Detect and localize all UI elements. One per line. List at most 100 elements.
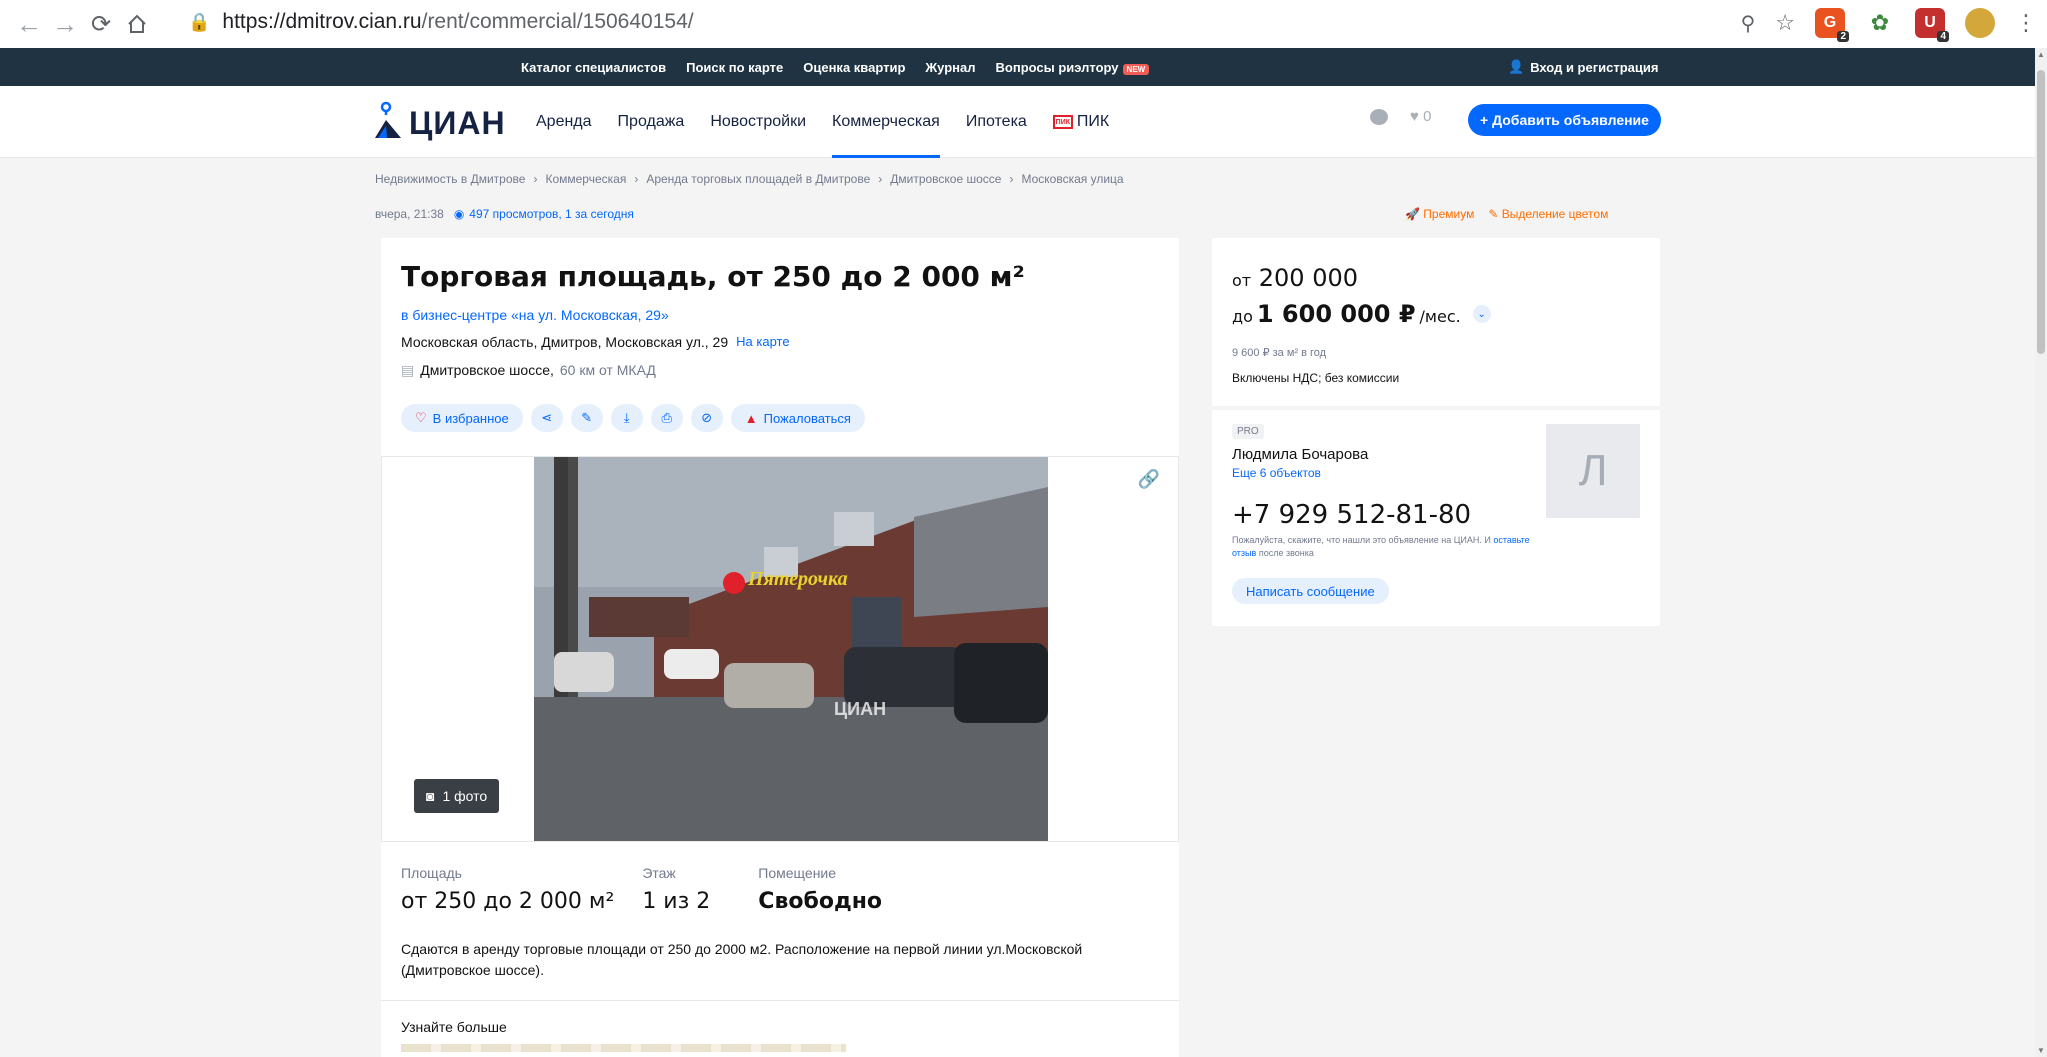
call-note: Пожалуйста, скажите, что нашли это объяв… <box>1232 535 1530 558</box>
price-card: от 200 000 до 1 600 000 ₽/мес. ⌄ 9 600 ₽… <box>1212 238 1660 406</box>
forward-icon[interactable]: → <box>50 9 80 39</box>
user-icon: 👤 <box>1508 59 1525 74</box>
page-scrollbar[interactable]: ▲ ▼ <box>2035 48 2047 1057</box>
zoom-icon[interactable]: ⚲ <box>1741 11 1756 36</box>
listing-meta: вчера, 21:38 ◉ 497 просмотров, 1 за сего… <box>375 207 634 221</box>
topbar-link-valuation[interactable]: Оценка квартир <box>803 60 905 75</box>
scrollbar-thumb[interactable] <box>2037 70 2045 354</box>
pik-logo-icon: ПИК <box>1052 115 1073 129</box>
warning-icon: ▲ <box>744 410 758 426</box>
feature-premises: Помещение Свободно <box>758 865 883 914</box>
profile-avatar-icon[interactable] <box>1965 8 1995 38</box>
pro-badge: PRO <box>1232 424 1264 439</box>
on-map-link[interactable]: На карте <box>736 334 789 350</box>
agent-card: PRO Людмила Бочарова Еще 6 объектов Л +7… <box>1212 410 1660 626</box>
breadcrumb-separator: › <box>634 172 639 186</box>
topbar-link-map-search[interactable]: Поиск по карте <box>686 60 783 75</box>
breadcrumb-separator: › <box>1009 172 1014 186</box>
views-counter[interactable]: ◉ 497 просмотров, 1 за сегодня <box>454 207 634 221</box>
store-sign-text: Пятерочка <box>747 568 848 590</box>
hide-icon: ⊘ <box>701 410 713 425</box>
logo-mark-icon <box>375 101 401 138</box>
reload-icon[interactable]: ⟳ <box>86 9 116 39</box>
new-badge: NEW <box>1122 63 1150 75</box>
download-button[interactable]: ⤓ <box>610 404 643 432</box>
vat-info: Включены НДС; без комиссии <box>1232 371 1400 385</box>
complain-button[interactable]: ▲ Пожаловаться <box>730 404 865 432</box>
favorites-counter[interactable]: ♥ 0 <box>1410 108 1431 125</box>
topbar-link-journal[interactable]: Журнал <box>925 60 975 75</box>
photo-gallery[interactable]: Пятерочка ЦИАН 🔗 ◙ 1 фото <box>381 456 1179 842</box>
write-message-button[interactable]: Написать сообщение <box>1232 578 1389 604</box>
share-button[interactable]: ⋖ <box>530 404 563 432</box>
nav-new-buildings[interactable]: Новостройки <box>710 86 806 158</box>
chevron-down-icon[interactable]: ⌄ <box>1472 305 1491 323</box>
avatar: Л <box>1546 424 1640 518</box>
nav-commercial[interactable]: Коммерческая <box>832 86 940 158</box>
listing-description: Сдаются в аренду торговые площади от 250… <box>401 941 1083 978</box>
scroll-down-icon[interactable]: ▼ <box>2037 1046 2045 1055</box>
permalink-icon[interactable]: 🔗 <box>1138 469 1160 490</box>
eye-icon: ◉ <box>453 207 465 221</box>
add-listing-button[interactable]: + Добавить объявление <box>1468 104 1661 136</box>
agent-name[interactable]: Людмила Бочарова <box>1232 446 1368 463</box>
back-icon[interactable]: ← <box>14 9 44 39</box>
highlight-link[interactable]: ✎ Выделение цветом <box>1488 207 1608 221</box>
price-per-sqm: 9 600 ₽ за м² в год <box>1232 347 1327 359</box>
scroll-up-icon[interactable]: ▲ <box>2037 50 2045 59</box>
topbar-link-questions[interactable]: Вопросы риэлтору NEW <box>996 60 1150 75</box>
camera-icon: ◙ <box>426 788 435 804</box>
nav-sale[interactable]: Продажа <box>618 86 685 158</box>
hide-button[interactable]: ⊘ <box>690 404 723 432</box>
nav-pik[interactable]: ПИК ПИК <box>1052 86 1109 158</box>
photo-count-button[interactable]: ◙ 1 фото <box>414 779 500 813</box>
listing-features: Площадь от 250 до 2 000 м² Этаж 1 из 2 П… <box>401 865 882 914</box>
heart-icon: ♡ <box>415 410 427 425</box>
edit-button[interactable]: ✎ <box>570 404 603 432</box>
menu-kebab-icon[interactable]: ⋮ <box>2015 10 2037 36</box>
price-to: до 1 600 000 ₽/мес. ⌄ <box>1232 300 1491 328</box>
extension-icon[interactable]: G2 <box>1815 8 1849 42</box>
listing-title: Торговая площадь, от 250 до 2 000 м² <box>401 260 1025 293</box>
url-path: /rent/commercial/150640154/ <box>421 10 694 33</box>
promo-links: 🚀 Премиум ✎ Выделение цветом <box>1405 207 1608 221</box>
breadcrumb-item[interactable]: Недвижимость в Дмитрове <box>375 172 525 186</box>
price-from: от 200 000 <box>1232 264 1358 292</box>
login-link[interactable]: 👤 Вход и регистрация <box>1508 48 1658 86</box>
home-icon[interactable] <box>122 9 152 39</box>
bookmark-star-icon[interactable]: ☆ <box>1775 10 1795 36</box>
address-bar[interactable]: 🔒 https://dmitrov.cian.ru/rent/commercia… <box>188 10 694 34</box>
breadcrumb-item[interactable]: Аренда торговых площадей в Дмитрове <box>646 172 870 186</box>
agent-more-objects-link[interactable]: Еще 6 объектов <box>1232 466 1321 480</box>
listing-address: Московская область, Дмитров, Московская … <box>401 334 790 350</box>
premium-link[interactable]: 🚀 Премиум <box>1405 207 1474 221</box>
nav-rent[interactable]: Аренда <box>536 86 592 158</box>
breadcrumb-item[interactable]: Дмитровское шоссе <box>890 172 1001 186</box>
print-icon: ⎙ <box>661 410 672 425</box>
breadcrumb-item[interactable]: Коммерческая <box>545 172 626 186</box>
main-nav: Аренда Продажа Новостройки Коммерческая … <box>536 86 1109 158</box>
share-icon: ⋖ <box>541 410 553 425</box>
topbar-link-specialists[interactable]: Каталог специалистов <box>521 60 666 75</box>
top-service-bar: Каталог специалистов Поиск по карте Оцен… <box>0 48 2035 86</box>
business-center-link[interactable]: в бизнес-центре «на ул. Московская, 29» <box>401 307 669 323</box>
listing-photo[interactable]: Пятерочка ЦИАН <box>534 457 1048 841</box>
section-divider <box>381 1000 1179 1001</box>
cian-logo[interactable]: ЦИАН <box>373 100 506 140</box>
breadcrumb: Недвижимость в Дмитрове › Коммерческая › А… <box>375 172 1124 186</box>
print-button[interactable]: ⎙ <box>650 404 683 432</box>
highway-link[interactable]: Дмитровское шоссе, <box>420 362 554 379</box>
chat-icon[interactable] <box>1370 108 1388 125</box>
site-header: ЦИАН Аренда Продажа Новостройки Коммерче… <box>0 86 2035 158</box>
extension-shield-icon[interactable]: U4 <box>1915 8 1949 42</box>
logo-text: ЦИАН <box>409 105 506 141</box>
breadcrumb-item[interactable]: Московская улица <box>1021 172 1123 186</box>
browser-toolbar: ← → ⟳ 🔒 https://dmitrov.cian.ru/rent/com… <box>0 0 2047 48</box>
agent-phone[interactable]: +7 929 512-81-80 <box>1232 500 1471 530</box>
add-to-favorites-button[interactable]: ♡ В избранное <box>401 404 523 432</box>
feature-floor: Этаж 1 из 2 <box>642 865 711 914</box>
road-icon: ▤ <box>401 362 415 378</box>
learn-more-placeholder <box>401 1044 846 1052</box>
extension-gear-icon[interactable]: ✿ <box>1865 8 1895 38</box>
nav-mortgage[interactable]: Ипотека <box>966 86 1027 158</box>
